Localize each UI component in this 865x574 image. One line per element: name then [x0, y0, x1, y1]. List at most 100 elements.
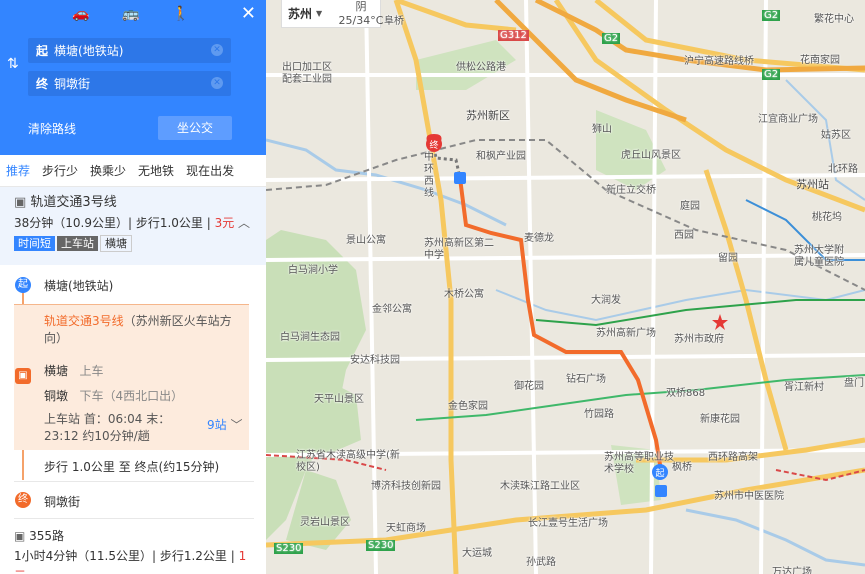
metro-icon: ▣ [15, 368, 31, 384]
map-label: 金色家园 [448, 401, 488, 412]
map-label: 供松公路港 [456, 62, 506, 73]
end-tag: 终 [36, 77, 49, 91]
map-label: 留园 [718, 253, 738, 264]
road-badge: S230 [366, 540, 396, 551]
board-label: 上车 [79, 364, 104, 378]
alight-label: 下车（4西北口出） [79, 389, 184, 403]
map-label: 钻石广场 [566, 374, 606, 385]
government-star-icon [712, 314, 728, 330]
map-label: 苏州站 [796, 178, 829, 191]
tag-fastest: 时间短 [14, 236, 55, 251]
map-label: 花南家园 [800, 55, 840, 66]
chevron-down-icon: ▼ [316, 9, 323, 18]
tag-station: 横塘 [100, 235, 132, 252]
map-view[interactable]: 终 起 阜桥 出口加工区 配套工业园 供松公路港 苏州新区 和枫产业园 狮山 虎… [266, 0, 865, 574]
start-field[interactable]: 起 横塘(地铁站) ✕ [28, 38, 231, 63]
road-badge: G2 [602, 33, 621, 44]
clear-icon[interactable]: ✕ [211, 44, 223, 56]
start-value: 横塘(地铁站) [54, 44, 124, 58]
search-bus-button[interactable]: 坐公交 [158, 116, 232, 140]
weather-widget: 阴 25/34°C [338, 0, 384, 28]
map-label: 中环西线 [424, 152, 434, 199]
map-label: 姑苏区 [821, 130, 851, 141]
start-badge: 起 [15, 277, 31, 293]
end-value: 铜墩街 [54, 77, 91, 91]
bus-icon: ▣ [14, 529, 30, 543]
walk-step: 步行 1.0公里 至 终点(约15分钟) [44, 460, 220, 474]
map-label: 庭园 [680, 201, 700, 212]
tab-fewer-transfers[interactable]: 换乘少 [84, 155, 132, 186]
route-line-name: 轨道交通3号线 [30, 195, 117, 210]
map-label: 沪宁高速路线桥 [684, 56, 754, 67]
tab-less-walking[interactable]: 步行少 [36, 155, 84, 186]
map-label: 万达广场 [772, 567, 812, 574]
metro-station-icon [655, 485, 667, 497]
map-label: 御花园 [514, 381, 544, 392]
map-label: 安达科技园 [350, 355, 400, 366]
tab-depart-now[interactable]: 现在出发 [180, 155, 240, 186]
map-label: 博济科技创新园 [371, 481, 441, 492]
chevron-down-icon: ﹀ [230, 418, 243, 432]
map-label: 桃花坞 [812, 212, 842, 223]
map-label: 苏州市中医医院 [714, 491, 784, 502]
map-label: 长江壹号生活广场 [528, 518, 608, 529]
stop-count-text: 9站 [207, 418, 227, 432]
route-summary: 1小时4分钟（11.5公里）| 步行1.2公里 | [14, 549, 239, 563]
route-price: 3元 [214, 216, 235, 230]
map-label: 天平山景区 [314, 394, 364, 405]
metro-segment[interactable]: 轨道交通3号线（苏州新区火车站方向） 横塘 上车 铜墩 下车（4西北口出） 上车… [14, 304, 249, 450]
map-label: 景山公寓 [346, 235, 386, 246]
close-icon[interactable]: ✕ [241, 3, 256, 24]
tab-no-subway[interactable]: 无地铁 [132, 155, 180, 186]
chevron-up-icon[interactable]: ︿ [238, 213, 250, 233]
map-label: 麦德龙 [524, 233, 554, 244]
map-label: 竹园路 [584, 409, 614, 420]
clear-route-link[interactable]: 清除路线 [28, 120, 76, 137]
map-label: 新康花园 [700, 414, 740, 425]
map-label: 苏州市政府 [674, 334, 724, 345]
map-label: 孙武路 [526, 557, 556, 568]
map-label: 江苏省木渎高级中学(新校区) [296, 450, 400, 473]
car-icon[interactable]: 🚗 [68, 6, 94, 26]
stop-count[interactable]: 9站 ﹀ [207, 416, 242, 433]
map-label: 灵岩山景区 [300, 517, 350, 528]
segment-line-name: 轨道交通3号线 [44, 314, 124, 328]
metro-line-1 [535, 299, 865, 327]
map-label: 西园 [674, 230, 694, 241]
end-marker[interactable]: 终 [426, 134, 442, 152]
map-label: 金邻公寓 [372, 304, 412, 315]
walk-icon[interactable]: 🚶 [168, 6, 194, 26]
map-label: 江宜商业广场 [758, 114, 818, 125]
map-label: 盘门 [844, 378, 864, 389]
map-label: 北环路 [828, 164, 858, 175]
tab-recommended[interactable]: 推荐 [0, 155, 36, 186]
schedule-info: 上车站 首：06:04 末：23:12 约10分钟/趟 [44, 412, 171, 443]
start-stop-name[interactable]: 横塘(地铁站) [44, 277, 113, 294]
road-badge: S230 [274, 543, 304, 554]
bus-icon[interactable]: 🚌 [118, 6, 144, 26]
route-option-2[interactable]: ▣ 355路 1小时4分钟（11.5公里）| 步行1.2公里 | 1元 [14, 526, 254, 574]
end-stop-name[interactable]: 铜墩街 [44, 493, 80, 510]
city-name: 苏州 [288, 7, 313, 21]
map-label: 新庄立交桥 [606, 185, 656, 196]
canal [266, 138, 507, 227]
end-field[interactable]: 终 铜墩街 ✕ [28, 71, 231, 96]
map-label: 双桥868 [666, 388, 706, 399]
metro-station-icon [454, 172, 466, 184]
sort-tabs: 推荐 步行少 换乘少 无地铁 现在出发 [0, 155, 266, 187]
map-label: 苏州新区 [466, 109, 510, 122]
route-panel: 🚗 🚌 🚶 ✕ ⇅ 起 横塘(地铁站) ✕ 终 铜墩街 ✕ 清除路线 坐公交 推… [0, 0, 266, 574]
swap-icon[interactable]: ⇅ [7, 56, 19, 72]
map-label: 枫桥 [672, 462, 692, 473]
route-option-1[interactable]: ▣ 轨道交通3号线 38分钟（10.9公里）| 步行1.0公里 | 3元 ︿ 时间… [0, 187, 266, 265]
map-label: 西环路高架 [708, 452, 758, 463]
road-badge: G2 [762, 69, 781, 80]
map-label: 大运城 [462, 548, 492, 559]
board-stop: 横塘 [44, 364, 69, 378]
map-label: 木渎珠江路工业区 [500, 481, 580, 492]
clear-icon[interactable]: ✕ [211, 77, 223, 89]
map-label: 狮山 [592, 124, 612, 135]
route-line-name: 355路 [29, 529, 65, 543]
map-label: 属儿童医院 [794, 257, 844, 268]
tag-boarding: 上车站 [57, 236, 98, 251]
